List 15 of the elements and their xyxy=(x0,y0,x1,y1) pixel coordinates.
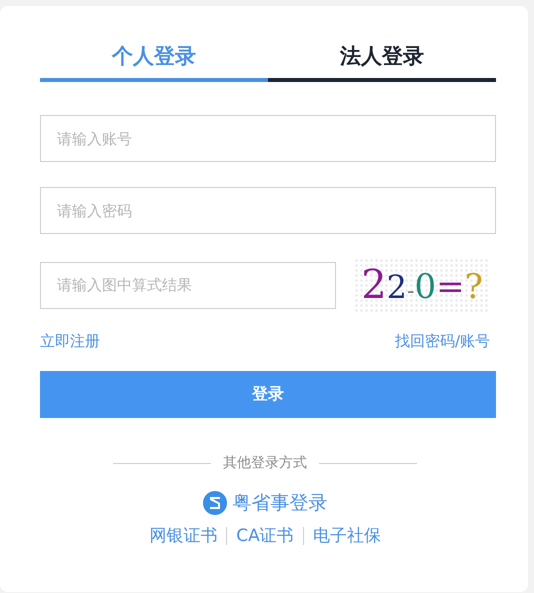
captcha-image[interactable]: 22-0=? xyxy=(354,258,490,312)
login-option-link[interactable]: CA证书 xyxy=(236,524,294,547)
divider-title: 其他登录方式 xyxy=(223,454,307,472)
login-option-link[interactable]: 电子社保 xyxy=(312,524,381,547)
login-tab[interactable]: 法人登录 xyxy=(268,42,496,82)
login-option-link[interactable]: 网银证书 xyxy=(149,524,218,547)
recover-link[interactable]: 找回密码/账号 xyxy=(394,332,490,351)
account-field[interactable]: 请输入账号 xyxy=(40,115,496,162)
captcha-field[interactable]: 请输入图中算式结果 xyxy=(40,262,336,308)
register-link[interactable]: 立即注册 xyxy=(40,332,100,351)
password-field[interactable]: 请输入密码 xyxy=(40,187,496,234)
app-logo-icon xyxy=(202,491,226,515)
app-login-link[interactable]: 粤省事登录 xyxy=(232,490,328,516)
login-tab[interactable]: 个人登录 xyxy=(40,42,268,82)
login-button[interactable]: 登录 xyxy=(40,371,496,418)
